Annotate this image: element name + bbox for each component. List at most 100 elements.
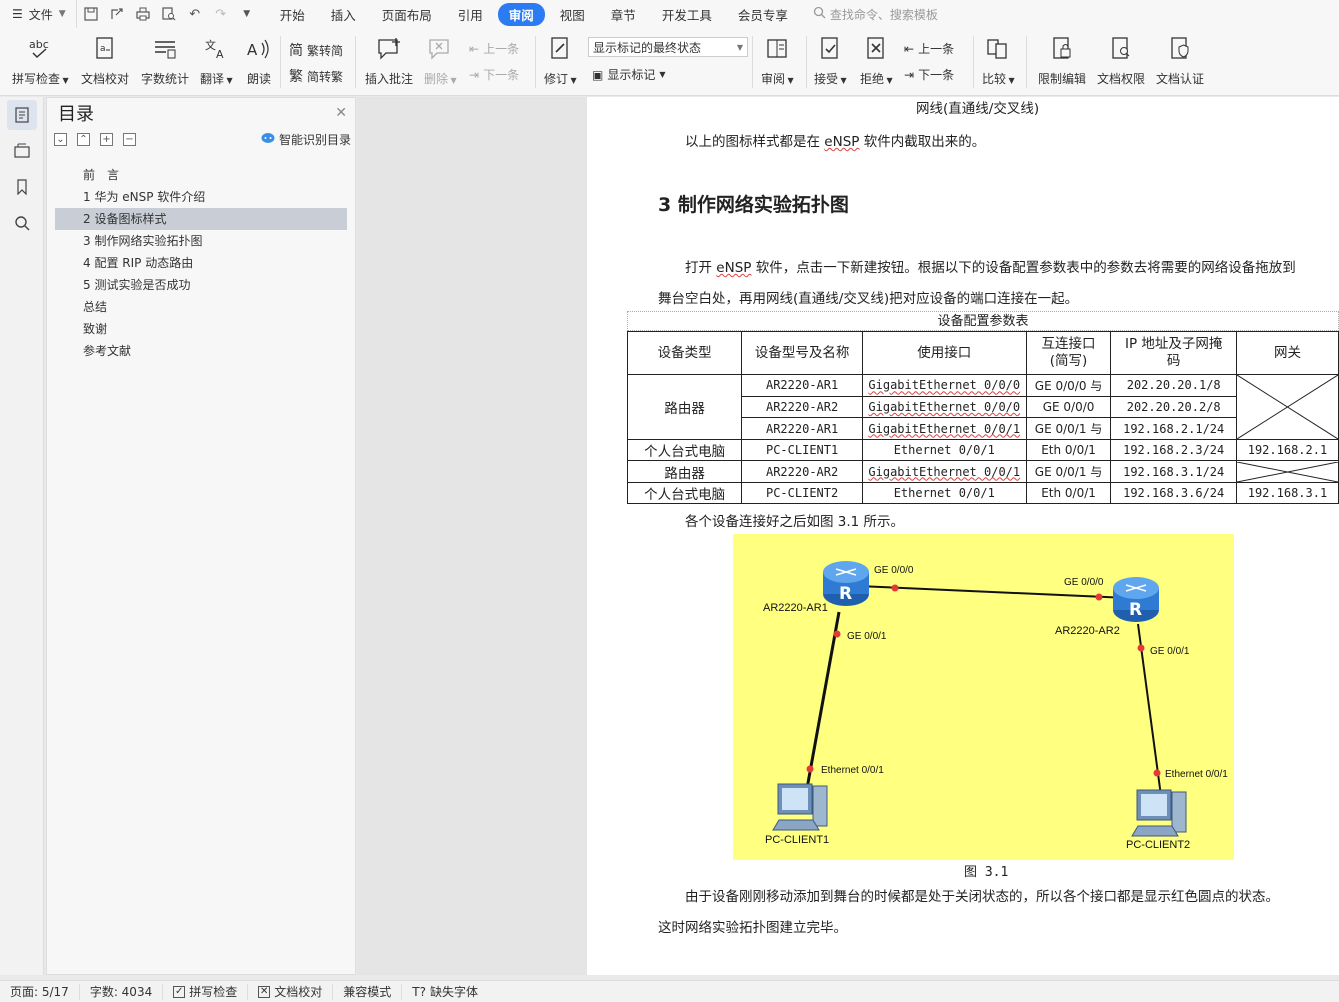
accept-button[interactable]: 接受 ▼ (814, 36, 847, 87)
markup-mode-select[interactable]: 显示标记的最终状态 ▼ (588, 37, 748, 57)
smart-toc-button[interactable]: 智能识别目录 (261, 131, 351, 148)
insert-comment-label: 插入批注 (365, 72, 414, 86)
tab-home[interactable]: 开始 (269, 3, 316, 26)
toc-item-4[interactable]: 4 配置 RIP 动态路由 (55, 252, 347, 274)
table-cell-iface: GigabitEthernet 0/0/1 (861, 417, 1027, 440)
read-aloud-button[interactable]: A 朗读 (245, 36, 273, 87)
status-spell-check[interactable]: ✓ 拼写检查 (163, 983, 249, 1000)
find-nav-button[interactable] (0, 205, 44, 241)
status-missing-font[interactable]: T? 缺失字体 (402, 984, 488, 1000)
table-cell-ip: 192.168.3.6/24 (1110, 481, 1237, 505)
table-title: 设备配置参数表 (627, 311, 1339, 331)
doc-proof-icon: a (91, 36, 119, 62)
next-comment-label: 下一条 (483, 68, 520, 82)
toc-header: 目录 ✕ (47, 98, 355, 128)
next-change-button[interactable]: ⇥ 下一条 (904, 66, 954, 83)
toc-nav-button[interactable] (0, 97, 44, 133)
markup-mode-value: 显示标记的最终状态 (593, 40, 702, 55)
chevron-down-icon: ▼ (58, 9, 66, 19)
doc-cert-button[interactable]: 文档认证 (1156, 36, 1204, 87)
translate-button[interactable]: 文A 翻译 ▼ (200, 36, 233, 87)
toc-item-2[interactable]: 2 设备图标样式 (55, 208, 347, 230)
close-icon[interactable]: ✕ (335, 105, 347, 121)
status-page[interactable]: 页面: 5/17 (0, 983, 80, 1000)
next-comment-button[interactable]: ⇥ 下一条 (469, 66, 519, 83)
prev-comment-button[interactable]: ⇤ 上一条 (469, 40, 519, 57)
table-cell-gw: 192.168.2.1 (1235, 438, 1339, 462)
label-ar2-ge1: GE 0/0/1 (1150, 646, 1190, 657)
table-cell-type: 个人台式电脑 (626, 481, 743, 505)
toc-item-5[interactable]: 5 测试实验是否成功 (55, 274, 347, 296)
restrict-edit-button[interactable]: 限制编辑 (1038, 36, 1086, 87)
prev-change-button[interactable]: ⇤ 上一条 (904, 40, 954, 57)
toc-item-references[interactable]: 参考文献 (55, 340, 347, 362)
port-dot-ar2-ge1 (1137, 644, 1145, 652)
tab-view[interactable]: 视图 (549, 3, 596, 26)
reject-button[interactable]: 拒绝 ▼ (860, 36, 893, 87)
port-dot-ar1-ge1 (833, 630, 841, 638)
doc-paragraph-2-line-2: 舞台空白处，再用网线(直通线/交叉线)把对应设备的端口连接在一起。 (658, 291, 1079, 307)
toc-item-3[interactable]: 3 制作网络实验拓扑图 (55, 230, 347, 252)
toc-item-1[interactable]: 1 华为 eNSP 软件介绍 (55, 186, 347, 208)
tab-references[interactable]: 引用 (447, 3, 494, 26)
spell-check-button[interactable]: abc 拼写检查 ▼ (12, 36, 69, 87)
trad-to-simp-button[interactable]: 简 繁转简 (289, 40, 343, 60)
proof-icon: ✕ (258, 985, 271, 998)
tab-insert[interactable]: 插入 (320, 3, 367, 26)
word-count-button[interactable]: 字数统计 (141, 36, 189, 87)
export-icon[interactable] (109, 6, 125, 22)
track-changes-button[interactable]: 修订 ▼ (544, 36, 577, 87)
remove-level-icon[interactable]: − (123, 132, 136, 146)
show-markup-icon: ▣ (592, 67, 604, 82)
tab-member[interactable]: 会员专享 (727, 3, 799, 26)
table-cell-link: GE 0/0/1 与 (1025, 417, 1112, 440)
hamburger-icon: ☰ (12, 7, 23, 21)
expand-up-icon[interactable]: ⌃ (77, 132, 90, 146)
file-menu[interactable]: ☰ 文件 ▼ (0, 0, 76, 28)
insert-comment-icon (375, 36, 403, 62)
status-word-count[interactable]: 字数: 4034 (80, 983, 164, 1000)
router-ar2-icon: R (1113, 577, 1159, 622)
toc-item-preface[interactable]: 前 言 (55, 164, 347, 186)
toc-item-thanks[interactable]: 致谢 (55, 318, 347, 340)
bookmark-nav-button[interactable] (0, 169, 44, 205)
ai-icon (261, 132, 275, 147)
section-heading: 3 制作网络实验拓扑图 (658, 194, 849, 216)
tab-review[interactable]: 审阅 (497, 2, 545, 26)
bookmark-icon (17, 179, 27, 195)
label-ar1-ge0: GE 0/0/0 (874, 565, 914, 576)
ribbon-separator (806, 36, 807, 88)
router-ar1-icon: R (823, 561, 869, 606)
print-icon[interactable] (135, 6, 151, 22)
table-cell-link: GE 0/0/0 与 (1025, 374, 1112, 397)
review-pane-button[interactable]: 审阅 ▼ (761, 36, 794, 87)
save-icon[interactable] (83, 6, 99, 22)
svg-text:A: A (247, 41, 258, 59)
toc-item-summary[interactable]: 总结 (55, 296, 347, 318)
command-search[interactable]: 查找命令、搜索模板 (813, 6, 938, 23)
undo-icon[interactable]: ↶ (187, 6, 203, 22)
collapse-all-icon[interactable]: ⌄ (54, 132, 67, 146)
next-icon: ⇥ (469, 67, 480, 82)
tab-developer[interactable]: 开发工具 (651, 3, 723, 26)
toc-list: 前 言 1 华为 eNSP 软件介绍 2 设备图标样式 3 制作网络实验拓扑图 … (47, 164, 355, 362)
ribbon-separator (280, 36, 281, 88)
compare-button[interactable]: 比较 ▼ (982, 36, 1015, 87)
word-count-icon (151, 36, 179, 62)
tab-page-layout[interactable]: 页面布局 (371, 3, 443, 26)
doc-proof-button[interactable]: a 文档校对 (81, 36, 129, 87)
customize-icon[interactable]: ▼ (239, 6, 255, 22)
simp-to-trad-button[interactable]: 繁 简转繁 (289, 66, 343, 86)
file-menu-label: 文件 (28, 7, 53, 22)
delete-comment-button[interactable]: 删除 ▼ (424, 36, 457, 87)
doc-permission-button[interactable]: 文档权限 (1097, 36, 1145, 87)
tab-chapter[interactable]: 章节 (600, 3, 647, 26)
insert-comment-button[interactable]: 插入批注 (365, 36, 413, 87)
status-doc-proof[interactable]: ✕ 文档校对 (248, 983, 334, 1000)
prev-change-icon: ⇤ (904, 41, 915, 56)
print-preview-icon[interactable] (161, 6, 177, 22)
redo-icon[interactable]: ↷ (213, 6, 229, 22)
show-markup-button[interactable]: ▣ 显示标记 ▼ (592, 66, 666, 83)
add-level-icon[interactable]: + (100, 132, 113, 146)
chapter-nav-button[interactable] (0, 133, 44, 169)
